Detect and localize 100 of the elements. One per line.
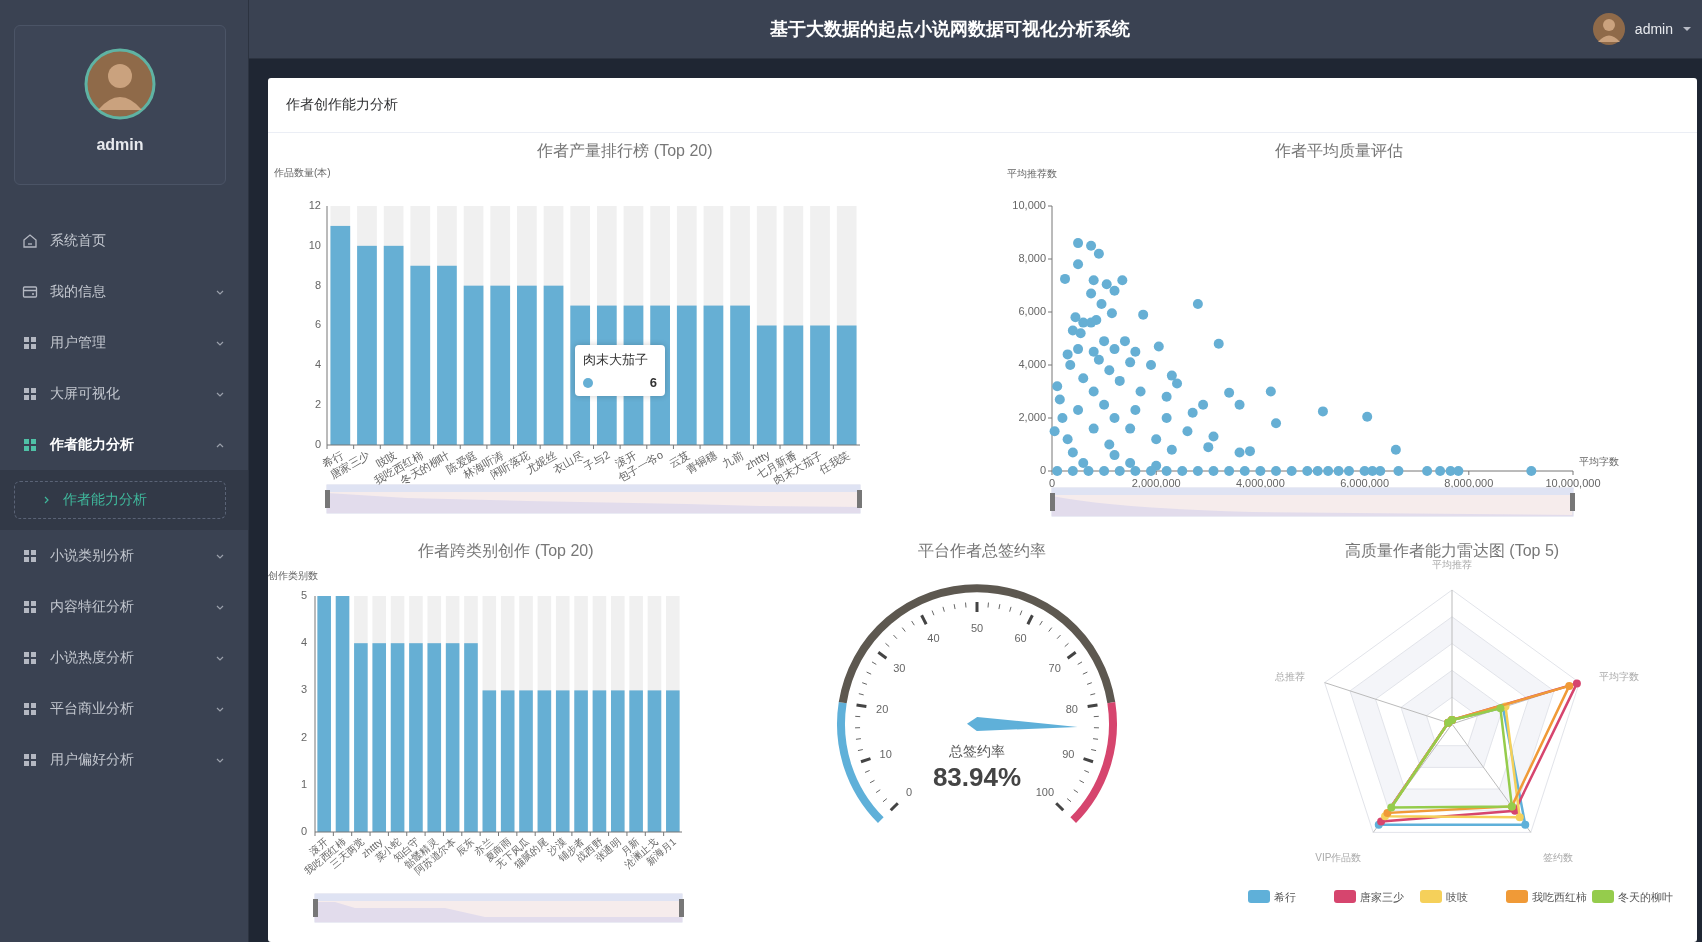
gauge-tick-label: 60 xyxy=(1014,632,1027,645)
bar[interactable] xyxy=(783,325,804,445)
axis-tick-label: 0 xyxy=(1048,477,1056,489)
bar[interactable] xyxy=(810,325,830,445)
gauge-tick-label: 80 xyxy=(1065,703,1078,715)
user-name[interactable]: admin xyxy=(1634,21,1673,37)
bar[interactable] xyxy=(836,325,857,445)
submenu-item[interactable]: 作者能力分析 xyxy=(14,481,226,519)
bar[interactable] xyxy=(410,265,431,445)
menu-item[interactable]: 系统首页 xyxy=(0,215,248,266)
user-avatar[interactable] xyxy=(1591,12,1626,46)
menu-item[interactable]: 小说类别分析 xyxy=(0,530,248,581)
bar[interactable] xyxy=(463,285,484,445)
bar[interactable] xyxy=(666,690,680,832)
legend-swatch[interactable] xyxy=(1506,890,1528,903)
menu-item[interactable]: 用户管理 xyxy=(0,317,248,368)
legend-label[interactable]: 希行 xyxy=(1274,891,1296,903)
bar[interactable] xyxy=(647,690,662,832)
bar[interactable] xyxy=(335,596,350,832)
axis-tick-label: 2,000 xyxy=(1018,410,1046,423)
legend-swatch[interactable] xyxy=(1592,890,1614,903)
gauge-tick-label: 50 xyxy=(970,622,984,634)
chevron-right-icon xyxy=(43,495,51,505)
axis-tick-label: 0 xyxy=(314,437,321,450)
bar[interactable] xyxy=(756,325,777,445)
tooltip-value: 6 xyxy=(649,375,657,390)
bar[interactable] xyxy=(317,596,331,832)
bar[interactable] xyxy=(676,305,697,445)
axis-tick-label: 1 xyxy=(300,777,307,790)
axis-label: 子与2 xyxy=(581,448,612,473)
axis-tick-label: 10,000,000 xyxy=(1545,477,1601,489)
bar[interactable] xyxy=(390,643,405,832)
axis-tick-label: 10,000 xyxy=(1012,198,1046,211)
bar[interactable] xyxy=(730,305,750,445)
menu-item[interactable]: 大屏可视化 xyxy=(0,368,248,419)
bar[interactable] xyxy=(703,305,724,445)
menu-item[interactable]: 小说热度分析 xyxy=(0,632,248,683)
gauge-value: 83.94% xyxy=(932,762,1022,792)
profile-name: admin xyxy=(96,136,144,154)
bar[interactable] xyxy=(372,643,386,832)
axis-tick-label: 4,000 xyxy=(1018,357,1046,370)
bar[interactable] xyxy=(427,643,442,832)
legend-swatch[interactable] xyxy=(1420,890,1442,903)
axis-tick-label: 8,000,000 xyxy=(1444,477,1494,489)
bar[interactable] xyxy=(629,690,643,832)
card-icon xyxy=(22,283,38,300)
axis-tick-label: 4 xyxy=(300,636,307,649)
bar[interactable] xyxy=(437,265,457,445)
axis-tick-label: 4 xyxy=(314,358,321,371)
bar[interactable] xyxy=(519,690,533,832)
bar[interactable] xyxy=(555,690,570,832)
menu-item[interactable]: 作者能力分析 xyxy=(0,419,248,470)
bar[interactable] xyxy=(490,285,511,445)
bar[interactable] xyxy=(357,245,377,445)
bar[interactable] xyxy=(445,643,460,832)
bar[interactable] xyxy=(517,285,537,445)
bar[interactable] xyxy=(464,643,478,832)
axis-tick-label: 4,000,000 xyxy=(1235,477,1285,489)
axis-tick-label: 8,000 xyxy=(1018,251,1046,264)
chart-title: 高质量作者能力雷达图 (Top 5) xyxy=(1344,542,1560,559)
bar[interactable] xyxy=(574,690,588,832)
grid-icon xyxy=(22,751,38,768)
menu-item[interactable]: 用户偏好分析 xyxy=(0,734,248,785)
bar[interactable] xyxy=(543,285,564,445)
bar[interactable] xyxy=(409,643,423,832)
card-title: 作者创作能力分析 xyxy=(286,96,398,114)
legend-label[interactable]: 唐家三少 xyxy=(1360,891,1404,903)
legend-swatch[interactable] xyxy=(1334,890,1356,903)
bar[interactable] xyxy=(592,690,607,832)
bar[interactable] xyxy=(383,245,404,445)
bar[interactable] xyxy=(330,225,351,445)
axis-tick-label: 2 xyxy=(300,730,307,743)
menu-item[interactable]: 平台商业分析 xyxy=(0,683,248,734)
bar[interactable] xyxy=(611,690,625,832)
legend-label[interactable]: 吱吱 xyxy=(1446,891,1468,903)
series-dot xyxy=(583,377,593,388)
legend-label[interactable]: 冬天的柳叶 xyxy=(1618,891,1673,903)
menu-item[interactable]: 我的信息 xyxy=(0,266,248,317)
axis-title: 作品数量(本) xyxy=(274,167,331,178)
gauge-tick-label: 100 xyxy=(1035,785,1055,798)
legend-swatch[interactable] xyxy=(1248,890,1270,903)
axis-tick-label: 12 xyxy=(308,198,321,211)
bar[interactable] xyxy=(537,690,552,832)
zoom-slider[interactable] xyxy=(313,893,684,923)
legend-label[interactable]: 我吃西红柿 xyxy=(1532,891,1587,903)
caret-icon[interactable] xyxy=(1682,25,1692,33)
gauge-tick-label: 40 xyxy=(927,632,940,645)
axis-tick-label: 10 xyxy=(308,238,321,251)
bar[interactable] xyxy=(482,690,497,832)
bar[interactable] xyxy=(500,690,515,832)
radar-axis-label: 平均推荐 xyxy=(1432,558,1472,570)
menu-item[interactable]: 内容特征分析 xyxy=(0,581,248,632)
bar[interactable] xyxy=(354,643,368,832)
home-icon xyxy=(22,232,38,249)
zoom-slider[interactable] xyxy=(1050,487,1575,517)
chart-title: 作者平均质量评估 xyxy=(1275,142,1403,159)
grid-icon xyxy=(22,700,38,717)
axis-title: 平均字数 xyxy=(1579,456,1619,467)
zoom-slider[interactable] xyxy=(325,484,862,514)
grid-icon xyxy=(22,334,38,351)
